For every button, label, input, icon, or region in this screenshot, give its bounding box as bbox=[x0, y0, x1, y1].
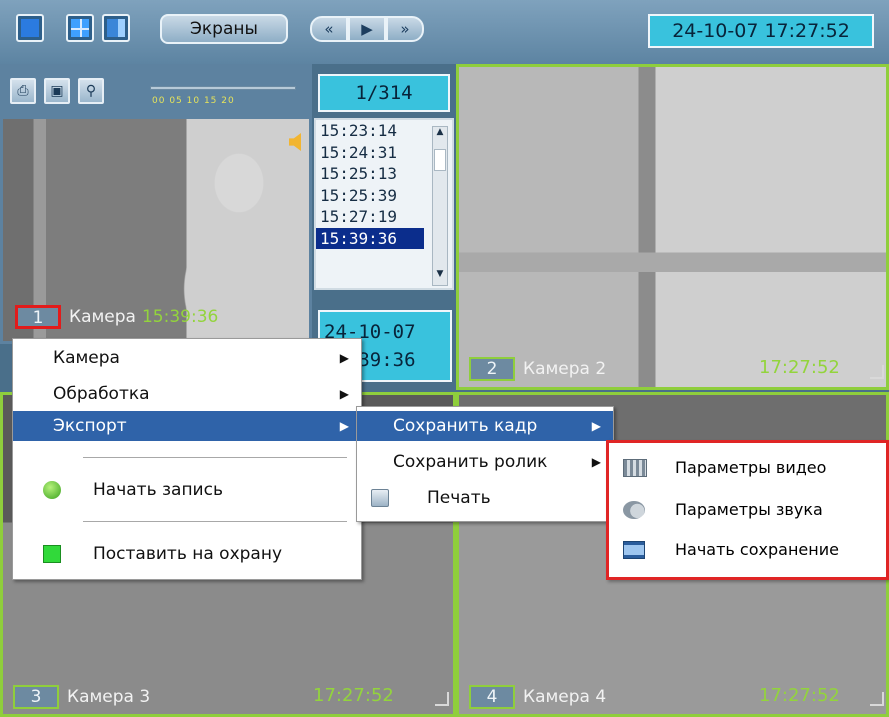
camera-tile-1[interactable]: 1 Камера 15:39:36 bbox=[0, 116, 312, 344]
menu-item-processing[interactable]: Обработка ▶ bbox=[13, 379, 361, 409]
menu-item-label: Сохранить ролик bbox=[393, 452, 548, 472]
top-toolbar: Экраны « ▶ » 24-10-07 17:27:52 bbox=[0, 0, 889, 64]
menu-separator bbox=[83, 521, 347, 522]
camera-4-name: Камера 4 bbox=[523, 687, 607, 707]
menu-item-label: Обработка bbox=[53, 384, 150, 404]
camera-2-time: 17:27:52 bbox=[759, 357, 840, 378]
layout-single-button[interactable] bbox=[16, 14, 44, 42]
menu-item-start-saving[interactable]: Начать сохранение bbox=[609, 535, 886, 565]
current-datetime: 24-10-07 17:27:52 bbox=[648, 14, 874, 48]
frame-counter: 1/314 bbox=[318, 74, 450, 112]
record-icon bbox=[43, 481, 61, 499]
menu-item-label: Поставить на охрану bbox=[93, 544, 283, 564]
rewind-button[interactable]: « bbox=[310, 16, 348, 42]
camera-1-time: 15:39:36 bbox=[141, 307, 219, 327]
menu-item-video-params[interactable]: Параметры видео bbox=[609, 453, 886, 483]
camera-3-name: Камера 3 bbox=[67, 687, 151, 707]
layout-mixed-button[interactable] bbox=[102, 14, 130, 42]
camera-1-number[interactable]: 1 bbox=[15, 305, 61, 329]
camera-2-number[interactable]: 2 bbox=[469, 357, 515, 381]
time-item[interactable]: 15:24:31 bbox=[316, 142, 424, 164]
camera-context-menu: Камера ▶ Обработка ▶ Экспорт ▶ Начать за… bbox=[12, 338, 362, 580]
printer-icon bbox=[371, 489, 389, 507]
arm-icon bbox=[43, 545, 61, 563]
menu-item-audio-params[interactable]: Параметры звука bbox=[609, 495, 886, 525]
video-params-icon bbox=[623, 459, 647, 477]
menu-item-label: Параметры видео bbox=[675, 458, 827, 477]
submenu-arrow-icon: ▶ bbox=[339, 387, 349, 401]
camera-3-time: 17:27:52 bbox=[313, 685, 394, 706]
menu-item-label: Начать сохранение bbox=[675, 540, 839, 559]
menu-item-label: Камера bbox=[53, 348, 120, 368]
film-icon bbox=[623, 541, 645, 559]
menu-item-label: Сохранить кадр bbox=[393, 416, 538, 436]
audio-params-icon bbox=[623, 501, 645, 519]
time-list-scrollbar[interactable]: ▲ ▼ bbox=[432, 126, 448, 286]
camera-4-number[interactable]: 4 bbox=[469, 685, 515, 709]
submenu-arrow-icon: ▶ bbox=[591, 455, 601, 469]
resize-icon[interactable] bbox=[870, 365, 884, 379]
archive-controls: ⎙ ▣ ⚲ 00 05 10 15 20 bbox=[0, 64, 312, 118]
time-item[interactable]: 15:27:19 bbox=[316, 206, 424, 228]
time-item[interactable]: 15:25:13 bbox=[316, 163, 424, 185]
submenu-arrow-icon: ▶ bbox=[339, 351, 349, 365]
scroll-down-icon[interactable]: ▼ bbox=[433, 269, 447, 285]
playback-nav: « ▶ » bbox=[310, 16, 424, 42]
camera-2-video bbox=[459, 67, 886, 387]
print-icon[interactable]: ⎙ bbox=[10, 78, 36, 104]
screens-button[interactable]: Экраны bbox=[160, 14, 288, 44]
menu-separator bbox=[83, 457, 347, 458]
save-frame-submenu: Параметры видео Параметры звука Начать с… bbox=[606, 440, 889, 580]
scroll-thumb[interactable] bbox=[434, 149, 446, 171]
menu-item-start-recording[interactable]: Начать запись bbox=[13, 475, 361, 505]
resize-icon[interactable] bbox=[870, 692, 884, 706]
fast-forward-button[interactable]: » bbox=[386, 16, 424, 42]
menu-item-label: Параметры звука bbox=[675, 500, 823, 519]
menu-item-label: Начать запись bbox=[93, 480, 223, 500]
camera-4-time: 17:27:52 bbox=[759, 685, 840, 706]
scroll-up-icon[interactable]: ▲ bbox=[433, 127, 447, 143]
time-item-selected[interactable]: 15:39:36 bbox=[316, 227, 424, 249]
submenu-arrow-icon: ▶ bbox=[591, 419, 601, 433]
camera-1-name: Камера bbox=[69, 307, 136, 327]
menu-item-save-frame[interactable]: Сохранить кадр ▶ bbox=[357, 411, 613, 441]
layout-grid-button[interactable] bbox=[66, 14, 94, 42]
time-item[interactable]: 15:23:14 bbox=[316, 120, 424, 142]
play-button[interactable]: ▶ bbox=[348, 16, 386, 42]
menu-item-save-clip[interactable]: Сохранить ролик ▶ bbox=[357, 447, 613, 477]
zoom-icon[interactable]: ⚲ bbox=[78, 78, 104, 104]
speed-slider[interactable]: 00 05 10 15 20 bbox=[150, 82, 296, 108]
menu-item-label: Экспорт bbox=[53, 416, 127, 436]
menu-item-camera[interactable]: Камера ▶ bbox=[13, 343, 361, 373]
camera-tile-2[interactable]: 2 Камера 2 17:27:52 bbox=[456, 64, 889, 390]
slider-ticks: 00 05 10 15 20 bbox=[152, 96, 235, 106]
camera-3-number[interactable]: 3 bbox=[13, 685, 59, 709]
submenu-arrow-icon: ▶ bbox=[339, 419, 349, 433]
save-icon[interactable]: ▣ bbox=[44, 78, 70, 104]
archive-time-list[interactable]: 15:23:14 15:24:31 15:25:13 15:25:39 15:2… bbox=[314, 118, 454, 290]
menu-item-print[interactable]: Печать bbox=[357, 483, 613, 513]
menu-item-label: Печать bbox=[427, 488, 491, 508]
time-item[interactable]: 15:25:39 bbox=[316, 185, 424, 207]
menu-item-arm[interactable]: Поставить на охрану bbox=[13, 539, 361, 569]
resize-icon[interactable] bbox=[435, 692, 449, 706]
menu-item-export[interactable]: Экспорт ▶ bbox=[13, 411, 361, 441]
export-submenu: Сохранить кадр ▶ Сохранить ролик ▶ Печат… bbox=[356, 406, 614, 522]
camera-2-name: Камера 2 bbox=[523, 359, 607, 379]
